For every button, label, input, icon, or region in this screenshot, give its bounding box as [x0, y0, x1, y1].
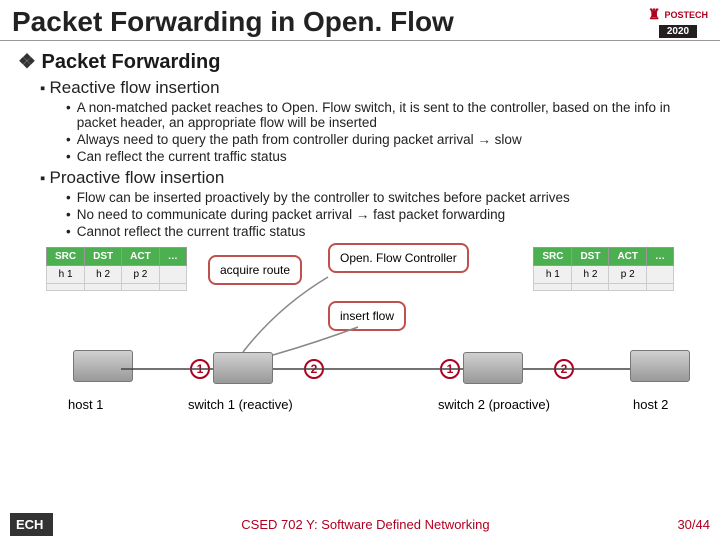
- label-switch1: switch 1 (reactive): [188, 397, 293, 412]
- footer: ECH CSED 702 Y: Software Defined Network…: [0, 509, 720, 540]
- callout-acquire: acquire route: [208, 255, 302, 285]
- switch2-icon: [463, 352, 523, 384]
- footer-left: ECH: [10, 513, 53, 536]
- section-heading: Packet Forwarding: [18, 49, 702, 74]
- proactive-heading: Proactive flow insertion: [40, 168, 702, 188]
- diagram: SRCDSTACT… h 1h 2p 2 SRCDSTACT… h 1h 2p …: [18, 247, 702, 447]
- callout-controller: Open. Flow Controller: [328, 243, 469, 273]
- reactive-heading: Reactive flow insertion: [40, 78, 702, 98]
- label-host2: host 2: [633, 397, 668, 412]
- switch1-icon: [213, 352, 273, 384]
- logo-text-top: POSTECH: [664, 10, 708, 20]
- slide-title: Packet Forwarding in Open. Flow: [12, 6, 454, 38]
- badge-2b: 2: [554, 359, 574, 379]
- footer-right: 30/44: [677, 517, 710, 532]
- logo: ♜POSTECH 2020: [648, 6, 708, 38]
- flow-table-left: SRCDSTACT… h 1h 2p 2: [46, 247, 187, 291]
- logo-icon: ♜: [648, 6, 661, 23]
- reactive-bullet-1: A non-matched packet reaches to Open. Fl…: [66, 100, 694, 130]
- badge-1b: 1: [440, 359, 460, 379]
- callout-insert: insert flow: [328, 301, 406, 331]
- badge-1a: 1: [190, 359, 210, 379]
- flow-table-right: SRCDSTACT… h 1h 2p 2: [533, 247, 674, 291]
- label-host1: host 1: [68, 397, 103, 412]
- reactive-bullet-2: Always need to query the path from contr…: [66, 132, 694, 147]
- reactive-bullet-3: Can reflect the current traffic status: [66, 149, 694, 164]
- host2-icon: [630, 350, 690, 382]
- content: Packet Forwarding Reactive flow insertio…: [0, 41, 720, 540]
- footer-center: CSED 702 Y: Software Defined Networking: [241, 517, 489, 532]
- badge-2a: 2: [304, 359, 324, 379]
- logo-text-bottom: 2020: [659, 25, 697, 38]
- title-bar: Packet Forwarding in Open. Flow ♜POSTECH…: [0, 0, 720, 41]
- proactive-bullet-2: No need to communicate during packet arr…: [66, 207, 694, 222]
- label-switch2: switch 2 (proactive): [438, 397, 550, 412]
- proactive-bullet-3: Cannot reflect the current traffic statu…: [66, 224, 694, 239]
- proactive-bullet-1: Flow can be inserted proactively by the …: [66, 190, 694, 205]
- host1-icon: [73, 350, 133, 382]
